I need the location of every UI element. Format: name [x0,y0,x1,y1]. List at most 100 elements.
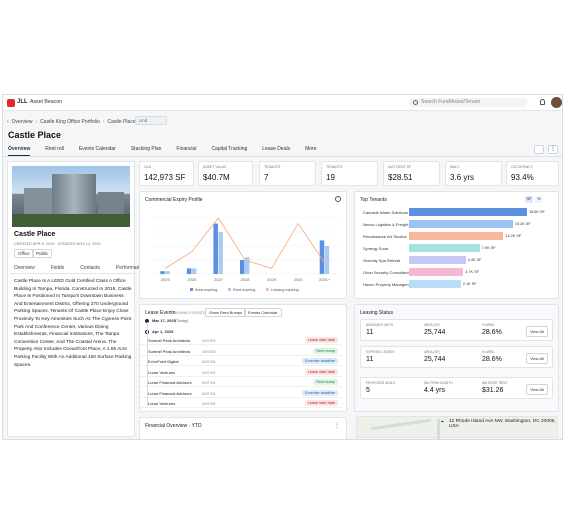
tenant-row[interactable]: Nexus Logistics & Freight 15.2K SF [355,220,555,229]
ls-value: 25,744 [424,356,446,363]
lease-events-panel: Lease Events SHOWING 6 EVENTS Show Rent … [139,304,347,412]
bar-area-expiring [186,268,192,274]
ls-value: 5 [366,387,370,394]
tenant-bar [409,232,504,240]
tab-financial[interactable]: Financial [176,146,196,156]
tenant-bar [409,208,527,216]
tenant-bar [409,268,464,276]
tenant-name: Cascade Water Solutions [363,210,408,215]
tab-stacking-plan[interactable]: Stacking Plan [131,146,162,156]
event-row[interactable]: EchoPoint Digital UNIT 804 Exercise deadli… [140,357,342,366]
crumb-back-icon[interactable]: ‹ [7,119,9,125]
top-tenants-panel: Top Tenants SF % Cascade Water Solutions… [354,191,559,299]
legend-label: Area expiring [195,288,217,292]
events-calendar-button[interactable]: Events Calendar [244,308,282,317]
ls-label: PROPOSED DEALS [366,381,396,385]
event-tenant: Lunar Financial Advisors [148,380,192,385]
tab-more[interactable]: More [305,146,316,156]
kpi-value: 142,973 SF [144,173,186,182]
page-title: Castle Place [8,130,62,140]
tenant-value: 16.6K SF [529,210,545,214]
event-badge: Exercise deadline [302,389,338,396]
ls-value: 25,744 [424,329,446,336]
tab-events-calendar[interactable]: Events Calendar [79,146,116,156]
kpi-value: 19 [326,173,335,182]
tenant-row[interactable]: Cascade Water Solutions 16.6K SF [355,208,555,217]
bell-icon[interactable] [540,99,545,105]
jll-logo-icon [7,99,15,107]
crumb-property[interactable]: Castle Place [108,119,136,125]
legend-swatch [266,288,269,291]
crumb-portfolio[interactable]: Castle King Office Portfolio [40,119,100,125]
ls-value: 28.6% [482,329,502,336]
unit-select[interactable]: Unit [135,116,167,125]
kpi-value: 7 [264,173,269,182]
tenant-bar [409,256,466,264]
financial-title: Financial Overview - YTD [145,423,202,429]
comment-button[interactable] [534,145,544,154]
property-dates: CREATED APR 6, 2019 · UPDATED NOV 14, 20… [14,242,101,246]
event-unit: UNIT 901 [202,391,216,396]
bar-area-expiring [240,260,245,274]
event-row[interactable]: Lunar Ventures UNIT 902 Lease start date [140,399,342,408]
tenant-name: Synergy Solar [363,246,389,251]
tenant-row[interactable]: Orion Security Consultants 3.7K SF [355,268,555,277]
event-unit: UNIT 804 [202,360,216,364]
event-row[interactable]: Lunar Ventures UNIT 902 Lease start date [140,368,342,377]
event-row[interactable]: Summit Peak Architects UNIT 803 Lease star… [140,336,342,345]
tenant-row[interactable]: Synergy Solar 7.9K SF [355,244,555,253]
bar-area-expiring [213,223,218,274]
search-icon [413,100,418,105]
tab-rent-roll[interactable]: Rent roll [45,146,64,156]
map-address: 12 Rhode Island Ave NW, Washington, DC 2… [449,419,556,429]
kpi-asset-value: ASSET VALUE $40.7M [198,161,253,186]
kpi-occupancy: OCCUPANCY 93.4% [506,161,559,186]
chevron-right-icon: › [35,119,38,125]
avatar[interactable] [551,97,562,108]
event-row[interactable]: Summit Peak Architects UNIT 803 Rent bump [140,347,342,356]
event-tenant: Lunar Financial Advisors [148,390,192,396]
tab-divider [3,156,562,157]
ls-label: WA START RENT [482,381,508,385]
leasing-status-title: Leasing Status [360,310,394,316]
ls-label: % AREA [482,350,495,354]
kpi-tenants: TENANTS 7 [259,161,316,186]
tab-lease-deals[interactable]: Lease Deals [262,146,290,156]
toggle-percent[interactable]: % [535,196,543,203]
x-tick-label: 2026 [187,277,197,282]
event-row[interactable]: Lunar Financial Advisors UNIT 901 Rent bum… [140,378,342,387]
tab-overview[interactable]: Overview [8,146,31,156]
event-badge: Lease start date [304,337,338,343]
event-date-today: Mar 17, 2025 [152,318,176,323]
tab-capital-tracking[interactable]: Capital Tracking [211,146,247,156]
kpi-label: OCCUPANCY [511,165,534,169]
tenant-row[interactable]: Haven Property Managem... 2.1K SF [355,280,555,289]
tenant-value: 2.1K SF [462,282,477,286]
toggle-sf[interactable]: SF [525,196,533,203]
view-all-button[interactable]: View All [526,353,548,364]
more-icon[interactable]: ⋮ [334,422,340,429]
crumb-overview[interactable]: Overview [12,119,33,125]
app-window: JLL Asset Beacon Search Fund/Asset/Tenan… [2,94,563,440]
app-name: Asset Beacon [30,99,63,105]
tenant-row[interactable]: Renaissance Art Studios 14.2K SF [355,232,555,241]
ls-cell: AREA (SF) 25,744 [424,323,445,336]
ls-cell: EXPIRING LEASES 11 [366,350,395,363]
show-rent-bumps-button[interactable]: Show Rent Bumps [205,308,247,317]
view-all-button[interactable]: View All [526,326,548,337]
ls-cell: WA TERM LENGTH 4.4 yrs [424,381,453,394]
settings-icon[interactable] [335,196,341,202]
expiring-leases-card: EXPIRING LEASES 11 AREA (SF) 25,744 % AREA… [360,346,553,368]
tenant-value: 4.4K SF [467,258,482,262]
ls-cell: AREA (SF) 25,744 [424,350,445,363]
kpi-gla: GLA 142,973 SF [139,161,194,186]
ls-value: 11 [366,356,374,363]
bar-area-expiring [160,271,165,274]
more-options-button[interactable]: ⋮ [548,145,558,154]
event-unit: UNIT 803 [202,339,216,343]
bar-rent-expiring [191,268,197,274]
event-row[interactable]: Lunar Financial Advisors UNIT 901 Exercise… [140,389,342,398]
view-all-button[interactable]: View All [526,384,548,395]
lease-events-count: SHOWING 6 EVENTS [173,311,205,315]
tenant-row[interactable]: Serenity Spa Retreat 4.4K SF [355,256,555,265]
